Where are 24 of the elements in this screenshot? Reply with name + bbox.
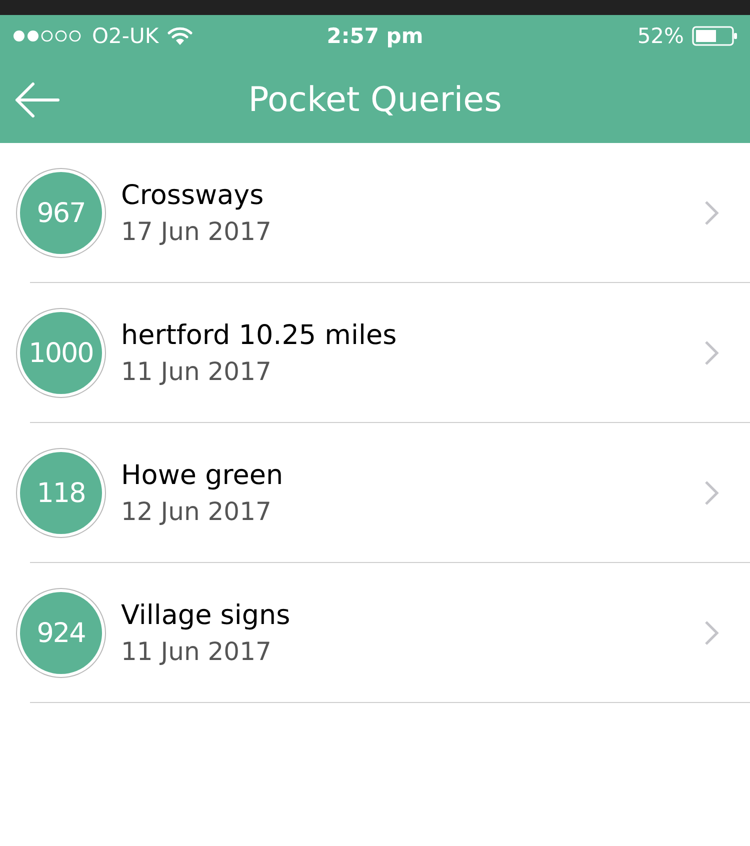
chevron-icon [704, 340, 720, 366]
query-name: Crossways [121, 180, 265, 211]
cache-count-badge: 118 [20, 452, 102, 534]
query-date: 12 Jun 2017 [121, 497, 272, 526]
screen-title: Pocket Queries [248, 80, 502, 120]
query-name: Howe green [121, 460, 284, 491]
query-date: 17 Jun 2017 [121, 217, 272, 246]
query-name: hertford 10.25 miles [121, 320, 398, 351]
query-date: 11 Jun 2017 [121, 357, 272, 386]
wifi-icon [166, 26, 193, 46]
status-time: 2:57 pm [326, 24, 424, 48]
cache-count-badge: 924 [20, 592, 102, 674]
chevron-icon [704, 480, 720, 506]
cache-count-badge: 967 [20, 172, 102, 254]
query-name: Village signs [121, 600, 292, 631]
cache-count-badge: 1000 [20, 312, 102, 394]
carrier-name: O2-UK [92, 24, 159, 48]
back-button[interactable] [14, 81, 60, 119]
battery-percent: 52% [637, 24, 684, 48]
query-date: 11 Jun 2017 [121, 637, 272, 666]
chevron-icon [704, 200, 720, 226]
battery-icon [692, 26, 738, 46]
back-arrow-icon [14, 81, 60, 119]
chevron-icon [704, 620, 720, 646]
